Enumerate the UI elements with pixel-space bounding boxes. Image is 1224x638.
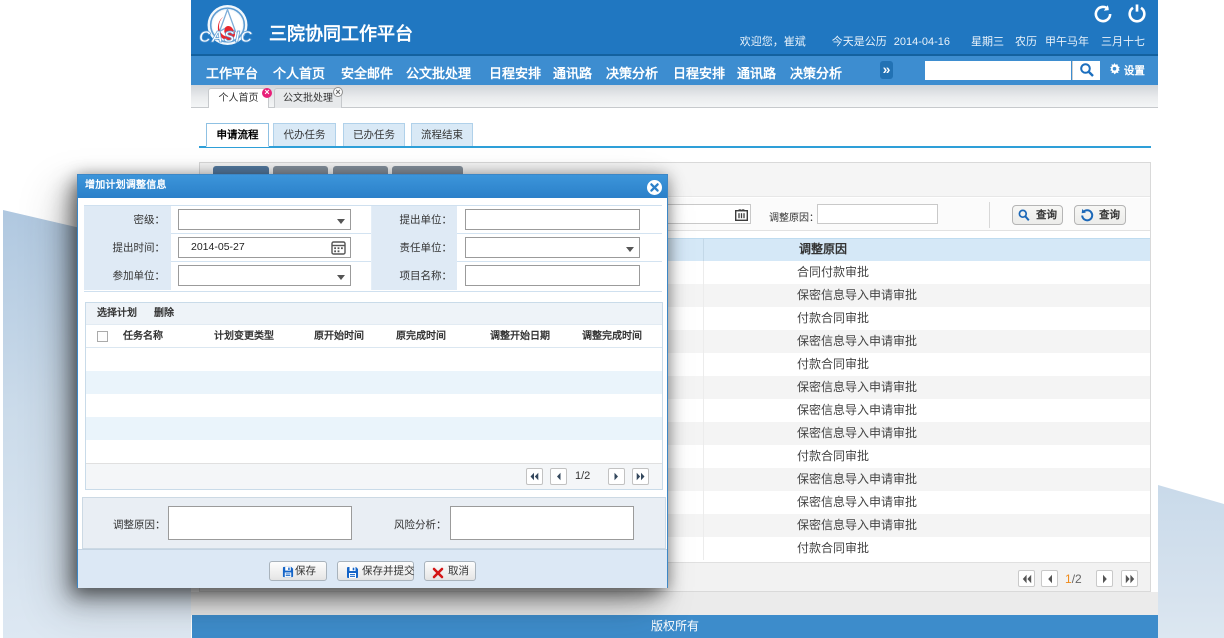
svg-text:CASIC: CASIC	[199, 29, 253, 46]
